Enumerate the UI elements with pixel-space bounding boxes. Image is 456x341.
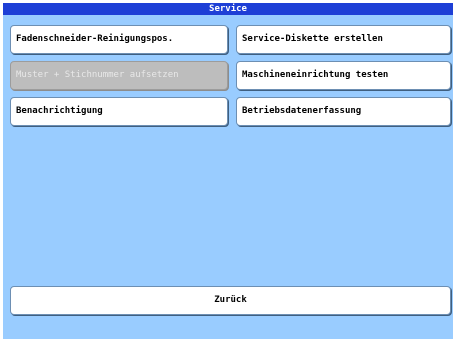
service-panel: Fadenschneider-Reinigungspos. Service-Di…: [3, 15, 453, 339]
set-pattern-stitch-number-button: Muster + Stichnummer aufsetzen: [10, 61, 228, 90]
create-service-disk-button[interactable]: Service-Diskette erstellen: [236, 25, 451, 54]
back-button[interactable]: Zurück: [10, 286, 451, 315]
window-title: Service: [3, 3, 453, 15]
operating-data-capture-button[interactable]: Betriebsdatenerfassung: [236, 97, 451, 126]
service-window: Service Fadenschneider-Reinigungspos. Se…: [0, 0, 456, 341]
test-machine-setup-button[interactable]: Maschineneinrichtung testen: [236, 61, 451, 90]
thread-cutter-cleaning-position-button[interactable]: Fadenschneider-Reinigungspos.: [10, 25, 228, 54]
notification-button[interactable]: Benachrichtigung: [10, 97, 228, 126]
